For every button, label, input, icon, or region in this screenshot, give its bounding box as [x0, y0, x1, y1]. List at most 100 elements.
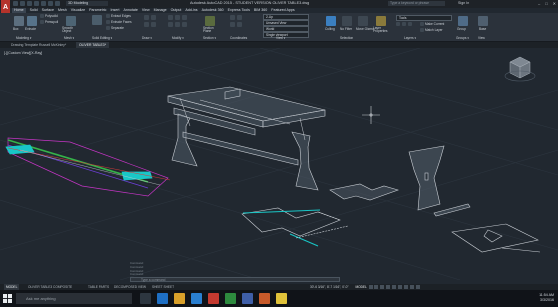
polysolid-label[interactable]: Polysolid [45, 14, 58, 18]
edge-browser-icon[interactable] [157, 293, 168, 304]
powerpoint-icon[interactable] [259, 293, 270, 304]
sign-in-button[interactable]: Sign In [458, 1, 469, 5]
system-tray-clock[interactable]: 11:54 AM 3/3/2016 [539, 293, 554, 303]
layer-properties-icon[interactable] [376, 16, 386, 26]
taskbar-pinned-apps [140, 293, 287, 304]
ucs-icon[interactable] [230, 15, 235, 20]
drawing-viewport[interactable]: [-][Custom View][X-Ray] [0, 48, 558, 280]
copy-icon[interactable] [168, 22, 173, 27]
move-gizmo-icon[interactable] [358, 16, 368, 26]
separate-label[interactable]: Separate [111, 26, 124, 30]
maximize-button[interactable]: □ [545, 1, 547, 6]
group-label: Group [457, 27, 466, 31]
polyline-icon[interactable] [151, 15, 156, 20]
arc-icon[interactable] [151, 22, 156, 27]
match-layer-icon[interactable] [420, 28, 424, 32]
panel-label-draw[interactable]: Draw ▾ [142, 36, 152, 40]
flattened-part-layout [241, 207, 349, 247]
cortana-search-input[interactable]: Ask me anything [16, 293, 132, 304]
snap-icon[interactable] [374, 285, 379, 290]
ortho-icon[interactable] [380, 285, 385, 290]
extract-edges-label[interactable]: Extract Edges [111, 14, 131, 18]
annotation-scale-icon[interactable] [403, 285, 408, 290]
extract-edges-icon[interactable] [106, 14, 110, 18]
panel-label-modeling[interactable]: Modeling ▾ [16, 36, 31, 40]
layer-freeze-icon[interactable] [408, 22, 412, 26]
word-icon[interactable] [242, 293, 253, 304]
polar-icon[interactable] [386, 285, 391, 290]
fillet-icon[interactable] [182, 22, 187, 27]
background-grid [0, 48, 558, 280]
ucs-3point-icon[interactable] [230, 22, 235, 27]
clock-date: 3/3/2016 [540, 298, 554, 302]
panel-label-groups[interactable]: Groups ▾ [456, 36, 469, 40]
plot-icon[interactable] [41, 1, 46, 6]
make-current-icon[interactable] [420, 22, 424, 26]
mirror-icon[interactable] [175, 22, 180, 27]
extrude-icon[interactable] [27, 16, 37, 26]
open-icon[interactable] [20, 1, 25, 6]
make-current-label[interactable]: Make Current [425, 22, 444, 26]
separate-icon[interactable] [106, 26, 110, 30]
minimize-button[interactable]: – [538, 1, 540, 6]
save-as-icon[interactable] [34, 1, 39, 6]
match-layer-label[interactable]: Match Layer [425, 28, 443, 32]
union-icon[interactable] [92, 15, 102, 25]
autocad-taskbar-icon[interactable] [208, 293, 219, 304]
culling-icon[interactable] [326, 16, 336, 26]
rotate-icon[interactable] [175, 15, 180, 20]
model-space-toggle[interactable]: MODEL [355, 285, 366, 289]
layer-off-icon[interactable] [396, 22, 400, 26]
ucs-face-icon[interactable] [237, 22, 242, 27]
line-icon[interactable] [144, 15, 149, 20]
section-plane-label: Section Plane [203, 26, 214, 34]
grid-icon[interactable] [368, 285, 373, 290]
coordinate-readout[interactable]: 30'-6 3/16", 8'-7 1/16", 0'-0" [310, 285, 349, 289]
base-view-icon[interactable] [478, 16, 488, 26]
task-view-icon[interactable] [140, 293, 151, 304]
customize-menu-icon[interactable] [415, 285, 420, 290]
workspace-dropdown[interactable]: 3D Modeling [66, 1, 108, 6]
group-icon[interactable] [458, 16, 468, 26]
presspull-icon[interactable] [40, 20, 44, 24]
section-plane-icon[interactable] [205, 16, 215, 26]
panel-label-solid-editing[interactable]: Solid Editing ▾ [92, 36, 112, 40]
lineweight-icon[interactable] [398, 285, 402, 290]
polysolid-icon[interactable] [40, 14, 44, 18]
layer-dropdown[interactable]: Tools [396, 15, 452, 21]
panel-label-view[interactable]: View ▾ [276, 36, 285, 40]
no-filter-icon[interactable] [342, 16, 352, 26]
ucs-world-icon[interactable] [237, 15, 242, 20]
undo-icon[interactable] [48, 1, 53, 6]
close-button[interactable]: ✕ [553, 1, 556, 6]
table-assembly-model [167, 86, 326, 191]
panel-label-mesh[interactable]: Mesh ▾ [64, 36, 74, 40]
panel-label-section[interactable]: Section ▾ [203, 36, 216, 40]
layer-isolate-icon[interactable] [402, 22, 406, 26]
help-search-input[interactable]: Type a keyword or phrase [388, 1, 445, 6]
excel-icon[interactable] [225, 293, 236, 304]
windows-start-icon[interactable] [3, 294, 12, 303]
extrude-faces-label[interactable]: Extrude Faces [111, 20, 132, 24]
circle-icon[interactable] [144, 22, 149, 27]
file-explorer-icon[interactable] [174, 293, 185, 304]
trim-icon[interactable] [182, 15, 187, 20]
extrude-faces-icon[interactable] [106, 20, 110, 24]
move-icon[interactable] [168, 15, 173, 20]
panel-label-modify[interactable]: Modify ▾ [172, 36, 184, 40]
box-icon[interactable] [14, 16, 24, 26]
store-icon[interactable] [191, 293, 202, 304]
window-controls: – □ ✕ [538, 1, 556, 6]
viewcube [504, 56, 536, 82]
smooth-object-icon[interactable] [66, 16, 76, 26]
presspull-label[interactable]: Presspull [45, 20, 58, 24]
workspace-gear-icon[interactable] [409, 285, 414, 290]
viewport-config-dropdown[interactable]: Single viewport [263, 32, 309, 38]
chrome-icon[interactable] [276, 293, 287, 304]
save-icon[interactable] [27, 1, 32, 6]
command-line-input[interactable]: Type a command [130, 277, 340, 282]
new-icon[interactable] [13, 1, 18, 6]
redo-icon[interactable] [55, 1, 60, 6]
osnap-icon[interactable] [392, 285, 397, 290]
panel-label-layers[interactable]: Layers ▾ [404, 36, 416, 40]
